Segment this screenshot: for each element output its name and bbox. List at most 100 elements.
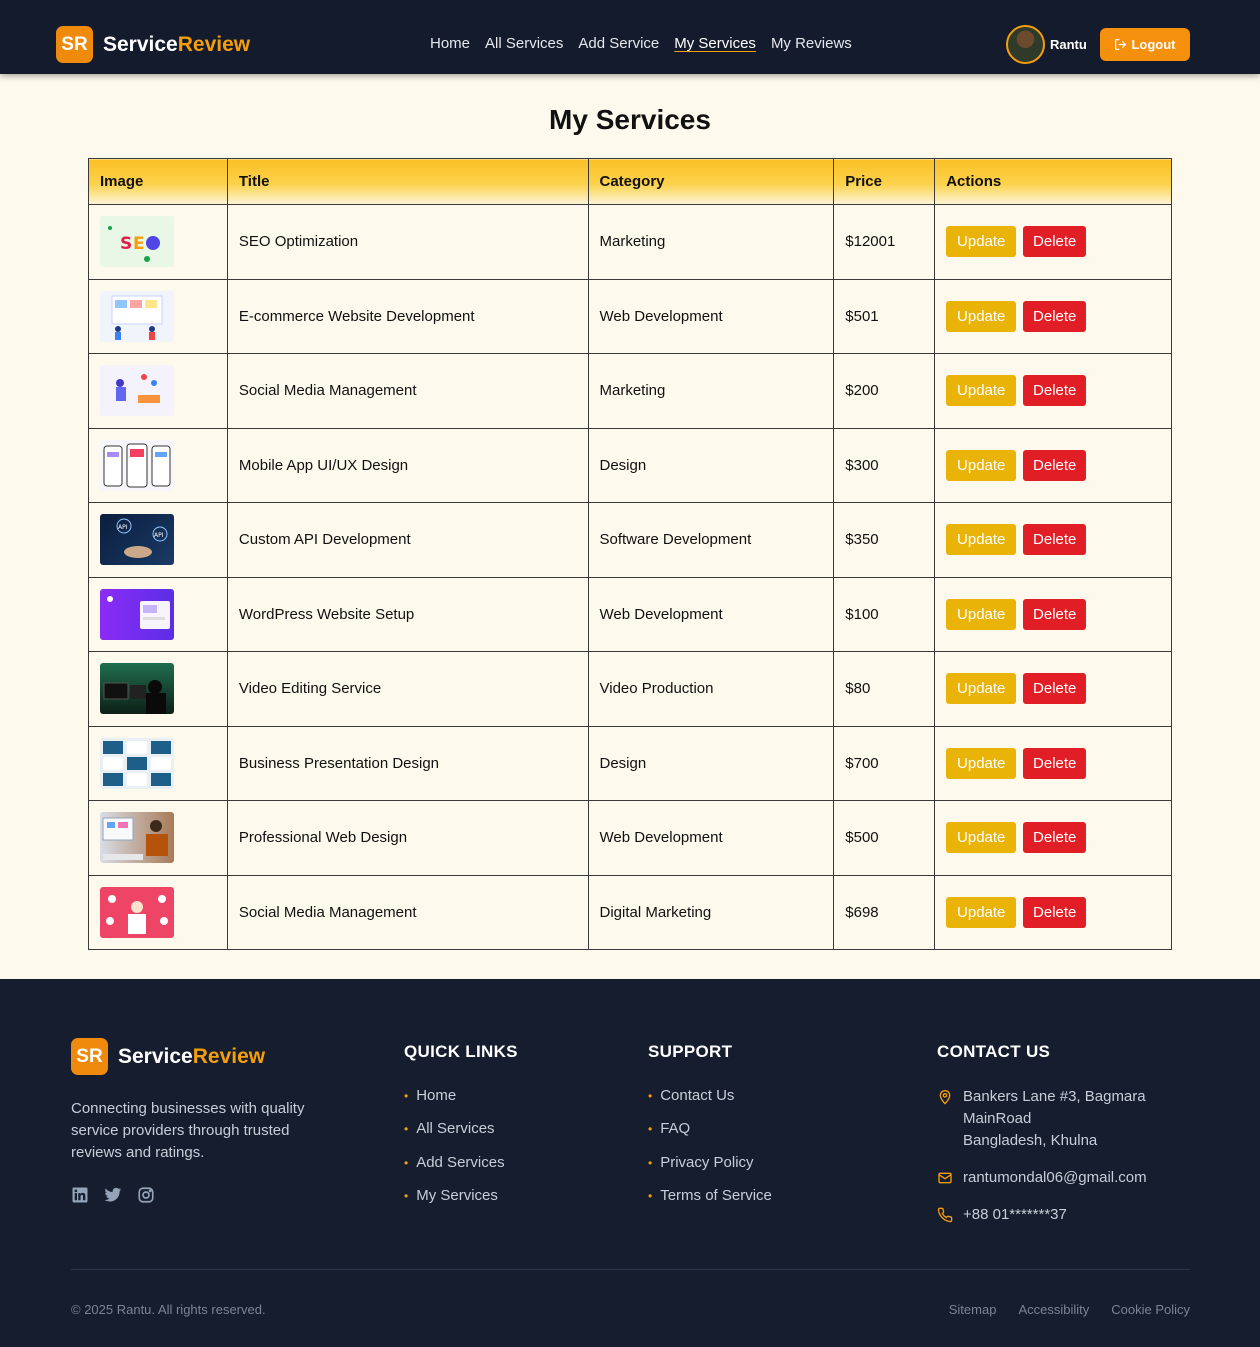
update-button[interactable]: Update — [946, 300, 1017, 332]
services-table: Image Title Category Price Actions SE SE… — [88, 158, 1172, 950]
cell-actions: Update Delete — [934, 725, 1172, 801]
bullet-icon: • — [648, 1089, 653, 1103]
table-row: Social Media Management Digital Marketin… — [88, 874, 1172, 950]
footer-link-label: Privacy Policy — [660, 1153, 754, 1171]
copyright: © 2025 Rantu. All rights reserved. — [71, 1302, 266, 1317]
cell-image: SE — [88, 204, 228, 280]
footer-link-privacy[interactable]: • Privacy Policy — [648, 1154, 772, 1187]
delete-button[interactable]: Delete — [1023, 822, 1087, 854]
avatar[interactable] — [1006, 25, 1045, 64]
cell-price: $698 — [833, 874, 936, 950]
delete-button[interactable]: Delete — [1023, 747, 1087, 779]
cell-title: E-commerce Website Development — [226, 278, 589, 354]
accessibility-link[interactable]: Accessibility — [1018, 1302, 1089, 1317]
cell-price: $350 — [833, 502, 936, 578]
address-line-1: Bankers Lane #3, Bagmara — [963, 1088, 1146, 1105]
header-actions: Actions — [934, 158, 1172, 205]
update-button[interactable]: Update — [946, 226, 1017, 258]
cell-price: $300 — [833, 427, 936, 503]
bottom-links: Sitemap Accessibility Cookie Policy — [949, 1302, 1190, 1317]
delete-button[interactable]: Delete — [1023, 524, 1087, 556]
update-button[interactable]: Update — [946, 673, 1017, 705]
delete-button[interactable]: Delete — [1023, 598, 1087, 630]
delete-button[interactable]: Delete — [1023, 673, 1087, 705]
username: Rantu — [1050, 37, 1087, 52]
footer-link-my-services[interactable]: • My Services — [404, 1187, 505, 1220]
cell-title: Custom API Development — [226, 502, 589, 578]
cell-category: Software Development — [587, 502, 835, 578]
table-row: Business Presentation Design Design $700… — [88, 725, 1172, 801]
page-title: My Services — [549, 104, 711, 135]
footer-link-add-services[interactable]: • Add Services — [404, 1154, 505, 1187]
footer-link-all-services[interactable]: • All Services — [404, 1120, 505, 1153]
mail-icon — [938, 1172, 952, 1184]
update-button[interactable]: Update — [946, 822, 1017, 854]
update-button[interactable]: Update — [946, 375, 1017, 407]
cell-category: Video Production — [587, 651, 835, 727]
delete-button[interactable]: Delete — [1023, 375, 1087, 407]
header-image: Image — [88, 158, 228, 205]
nav-home[interactable]: Home — [430, 34, 470, 54]
bullet-icon: • — [648, 1188, 653, 1203]
cell-title: Professional Web Design — [226, 800, 589, 876]
contact-phone[interactable]: +88 01*******37 — [937, 1204, 1067, 1226]
quick-links-title: QUICK LINKS — [404, 1042, 518, 1061]
update-button[interactable]: Update — [946, 598, 1017, 630]
sitemap-link[interactable]: Sitemap — [949, 1302, 997, 1317]
cell-title: Business Presentation Design — [226, 725, 589, 801]
footer-logo[interactable]: SR ServiceReview — [71, 1038, 265, 1075]
linkedin-icon[interactable] — [71, 1186, 89, 1204]
cell-image: API API — [88, 502, 228, 578]
cell-image — [88, 725, 228, 801]
cell-image — [88, 576, 228, 652]
delete-button[interactable]: Delete — [1023, 449, 1087, 481]
footer-link-label: Terms of Service — [660, 1186, 772, 1204]
address-line-3: Bangladesh, Khulna — [963, 1132, 1098, 1149]
header-category: Category — [587, 158, 835, 205]
cell-category: Web Development — [587, 576, 835, 652]
quick-links-list: • Home • All Services • Add Services • My Se… — [404, 1087, 505, 1220]
svg-text:API: API — [118, 524, 128, 531]
nav-add-service[interactable]: Add Service — [578, 34, 659, 54]
brand-logo[interactable]: SR ServiceReview — [56, 26, 250, 63]
bullet-icon: • — [404, 1188, 409, 1203]
footer-link-home[interactable]: • Home — [404, 1087, 505, 1120]
cell-actions: Update Delete — [934, 353, 1172, 429]
update-button[interactable]: Update — [946, 449, 1017, 481]
cell-actions: Update Delete — [934, 427, 1172, 503]
service-thumbnail — [100, 588, 174, 640]
footer-logo-text: ServiceReview — [118, 1045, 265, 1069]
cell-title: Social Media Management — [226, 874, 589, 950]
cell-actions: Update Delete — [934, 576, 1172, 652]
update-button[interactable]: Update — [946, 747, 1017, 779]
footer-link-terms[interactable]: • Terms of Service — [648, 1187, 772, 1220]
nav-all-services[interactable]: All Services — [485, 34, 563, 54]
update-button[interactable]: Update — [946, 896, 1017, 928]
update-button[interactable]: Update — [946, 524, 1017, 556]
cell-actions: Update Delete — [934, 278, 1172, 354]
cell-category: Marketing — [587, 204, 835, 280]
delete-button[interactable]: Delete — [1023, 300, 1087, 332]
address-line-2: MainRoad — [963, 1110, 1032, 1127]
twitter-icon[interactable] — [104, 1186, 122, 1204]
delete-button[interactable]: Delete — [1023, 896, 1087, 928]
cell-title: Social Media Management — [226, 353, 589, 429]
support-title: SUPPORT — [648, 1042, 733, 1061]
cell-category: Digital Marketing — [587, 874, 835, 950]
cell-category: Design — [587, 725, 835, 801]
cookie-policy-link[interactable]: Cookie Policy — [1111, 1302, 1190, 1317]
main-nav: Home All Services Add Service My Service… — [430, 34, 852, 54]
footer-link-label: My Services — [416, 1186, 498, 1204]
user-menu[interactable]: Rantu — [1006, 25, 1087, 64]
contact-email[interactable]: rantumondal06@gmail.com — [937, 1167, 1147, 1189]
delete-button[interactable]: Delete — [1023, 226, 1087, 258]
footer-link-contact[interactable]: • Contact Us — [648, 1087, 772, 1120]
logout-button[interactable]: Logout — [1100, 28, 1190, 61]
footer-link-faq[interactable]: • FAQ — [648, 1120, 772, 1153]
nav-my-reviews[interactable]: My Reviews — [771, 34, 852, 54]
nav-my-services[interactable]: My Services — [674, 34, 756, 54]
footer-link-label: Add Services — [416, 1153, 505, 1171]
instagram-icon[interactable] — [137, 1186, 155, 1204]
logout-label: Logout — [1131, 37, 1176, 52]
cell-title: Mobile App UI/UX Design — [226, 427, 589, 503]
